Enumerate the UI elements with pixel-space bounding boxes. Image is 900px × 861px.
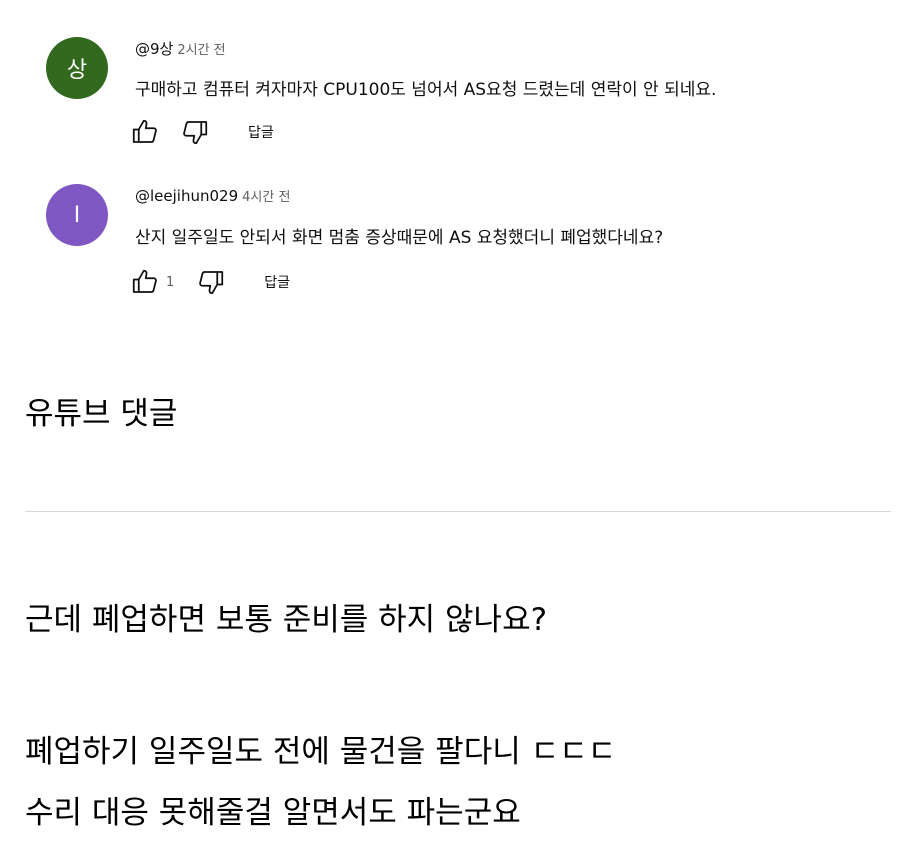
thumbs-up-icon[interactable]	[130, 117, 160, 147]
comment-text: 산지 일주일도 안되서 화면 멈춤 증상때문에 AS 요청했더니 폐업했다네요?	[135, 228, 664, 248]
comment-header: @leejihun029 4시간 전	[135, 186, 290, 205]
comment-actions: 답글	[130, 118, 274, 146]
reply-button[interactable]: 답글	[248, 122, 274, 142]
comment-text: 구매하고 컴퓨터 켜자마자 CPU100도 넘어서 AS요청 드렸는데 연락이 …	[135, 80, 717, 100]
post-caption: 유튜브 댓글	[25, 396, 178, 432]
post-line-2: 폐업하기 일주일도 전에 물건을 팔다니 ㄷㄷㄷ	[25, 734, 617, 770]
comment-time[interactable]: 4시간 전	[242, 190, 290, 205]
post-line-1: 근데 폐업하면 보통 준비를 하지 않나요?	[25, 602, 548, 638]
comment-author[interactable]: @leejihun029	[135, 187, 238, 205]
comment-actions: 1 답글	[130, 268, 290, 296]
thumbs-down-icon[interactable]	[196, 267, 226, 297]
avatar-letter: 상	[66, 58, 88, 83]
comment-time[interactable]: 2시간 전	[177, 43, 225, 58]
avatar[interactable]: I	[46, 184, 108, 246]
avatar-letter: I	[73, 202, 81, 228]
comment-author[interactable]: @9상	[135, 40, 173, 58]
avatar[interactable]: 상	[46, 37, 108, 99]
thumbs-down-icon[interactable]	[180, 117, 210, 147]
thumbs-up-icon[interactable]	[130, 267, 160, 297]
comment-header: @9상 2시간 전	[135, 38, 226, 59]
post-line-3: 수리 대응 못해줄걸 알면서도 파는군요	[25, 795, 521, 831]
reply-button[interactable]: 답글	[264, 272, 290, 292]
like-count: 1	[166, 274, 175, 290]
divider	[25, 511, 891, 512]
